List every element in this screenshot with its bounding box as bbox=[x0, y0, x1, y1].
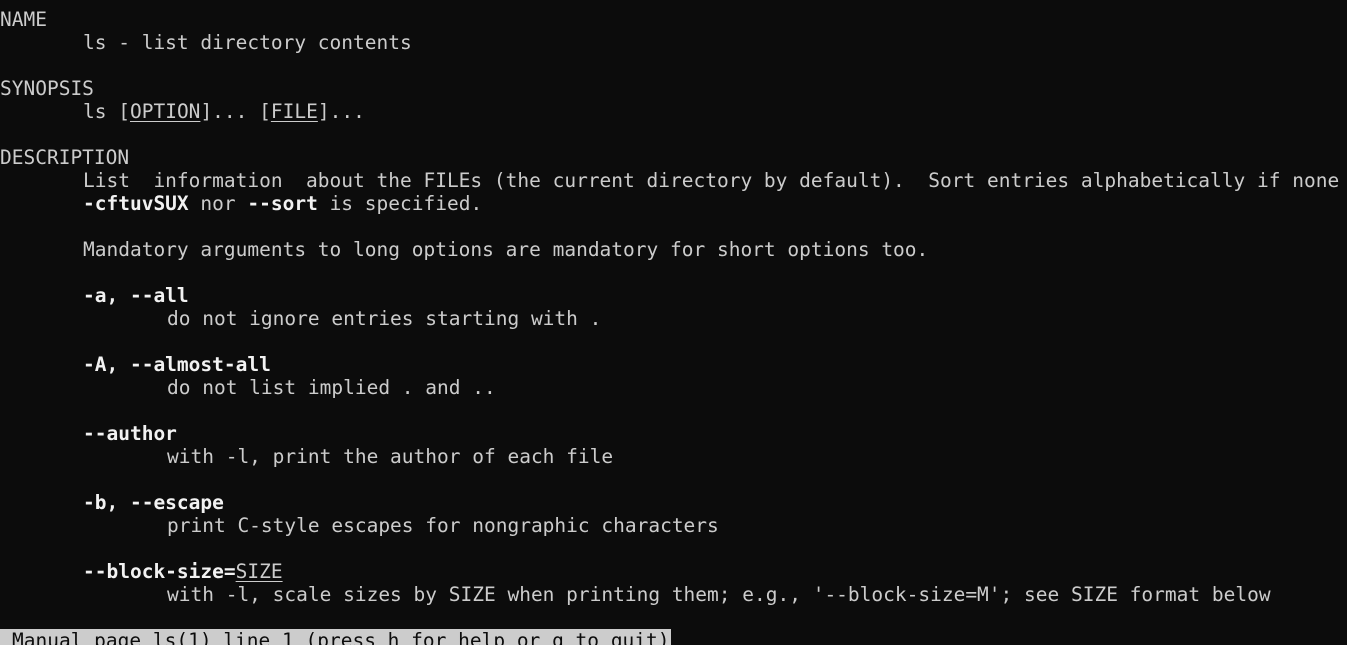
sort-option: --sort bbox=[247, 192, 318, 215]
pager-status-bar: Manual page ls(1) line 1 (press h for he… bbox=[0, 629, 672, 645]
option-description: with -l, scale sizes by SIZE when printi… bbox=[0, 583, 1271, 606]
description-text: List information about the FILEs (the cu… bbox=[83, 169, 1347, 192]
option-desc-text: with -l, print the author of each file bbox=[167, 445, 614, 468]
synopsis-file-arg: FILE bbox=[270, 100, 318, 123]
option-flag: --block-size=SIZE bbox=[0, 560, 283, 583]
flag-text: --block-size= bbox=[83, 560, 236, 583]
heading-text: SYNOPSIS bbox=[0, 77, 94, 100]
option-flag: -a, --all bbox=[0, 284, 189, 307]
mandatory-note: Mandatory arguments to long options are … bbox=[0, 238, 928, 261]
sort-flags: -cftuvSUX bbox=[83, 192, 189, 215]
synopsis-bracket: ]... bbox=[317, 100, 365, 123]
synopsis-bracket: ]... [ bbox=[200, 100, 271, 123]
name-text: ls - list directory contents bbox=[83, 31, 412, 54]
option-flag: --author bbox=[0, 422, 177, 445]
description-line-1: List information about the FILEs (the cu… bbox=[0, 169, 1347, 192]
option-desc-text: print C-style escapes for nongraphic cha… bbox=[167, 514, 719, 537]
option-description: print C-style escapes for nongraphic cha… bbox=[0, 514, 719, 537]
option-description: with -l, print the author of each file bbox=[0, 445, 613, 468]
synopsis-bracket: [ bbox=[118, 100, 130, 123]
synopsis-command: ls bbox=[83, 100, 107, 123]
description-line-2: -cftuvSUX nor --sort is specified. bbox=[0, 192, 482, 215]
note-text: Mandatory arguments to long options are … bbox=[83, 238, 929, 261]
flag-text: -a, --all bbox=[83, 284, 189, 307]
flag-text: -b, --escape bbox=[83, 491, 224, 514]
synopsis-line: ls [OPTION]... [FILE]... bbox=[0, 100, 365, 123]
name-description: ls - list directory contents bbox=[0, 31, 412, 54]
option-desc-text: do not ignore entries starting with . bbox=[167, 307, 602, 330]
terminal-window[interactable]: NAME ls - list directory contents SYNOPS… bbox=[0, 0, 1347, 645]
option-description: do not ignore entries starting with . bbox=[0, 307, 601, 330]
synopsis-option-arg: OPTION bbox=[129, 100, 201, 123]
heading-text: NAME bbox=[0, 8, 47, 31]
option-description: do not list implied . and .. bbox=[0, 376, 496, 399]
description-text: is specified. bbox=[317, 192, 483, 215]
flag-arg: SIZE bbox=[235, 560, 283, 583]
flag-text: --author bbox=[83, 422, 177, 445]
option-flag: -A, --almost-all bbox=[0, 353, 271, 376]
section-heading-description: DESCRIPTION bbox=[0, 146, 129, 169]
section-heading-synopsis: SYNOPSIS bbox=[0, 77, 94, 100]
option-desc-text: with -l, scale sizes by SIZE when printi… bbox=[167, 583, 1271, 606]
flag-text: -A, --almost-all bbox=[83, 353, 271, 376]
section-heading-name: NAME bbox=[0, 8, 47, 31]
option-desc-text: do not list implied . and .. bbox=[167, 376, 496, 399]
heading-text: DESCRIPTION bbox=[0, 146, 130, 169]
option-flag: -b, --escape bbox=[0, 491, 224, 514]
description-text: nor bbox=[188, 192, 248, 215]
